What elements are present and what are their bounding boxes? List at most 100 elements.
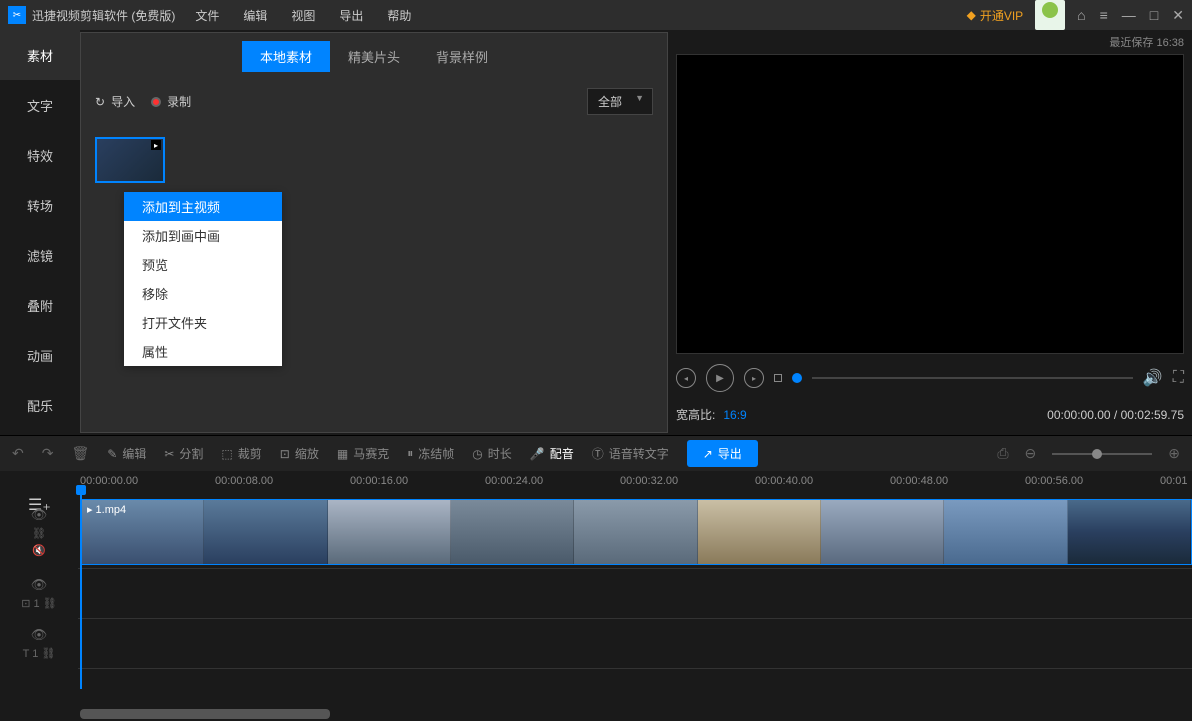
prev-frame-button[interactable]: ◂ [676, 368, 696, 388]
home-icon[interactable]: ⌂ [1077, 7, 1085, 24]
redo-icon[interactable]: ↷ [42, 445, 54, 462]
nav-material[interactable]: 素材 [0, 30, 80, 80]
preview-video[interactable] [676, 54, 1184, 354]
minimize-icon[interactable]: — [1122, 7, 1136, 24]
tb-split[interactable]: ✂分割 [164, 445, 203, 462]
app-icon: ✂ [8, 6, 26, 24]
tb-freeze[interactable]: ⏸冻结帧 [407, 445, 454, 462]
eye-icon[interactable]: 👁 [31, 627, 48, 643]
mute-icon[interactable]: 🔇 [32, 544, 46, 557]
nav-effect[interactable]: 特效 [0, 130, 80, 180]
tb-dub[interactable]: 🎤配音 [530, 445, 574, 462]
zoom-icon: ⊡ [280, 447, 290, 461]
tb-stt[interactable]: Ⓣ语音转文字 [592, 445, 669, 462]
tab-intro[interactable]: 精美片头 [330, 41, 418, 72]
tab-local[interactable]: 本地素材 [242, 41, 330, 72]
audio-track[interactable]: 👁 ⊡ 1 ⛓ [0, 569, 1192, 619]
title-bar: ✂ 迅捷视频剪辑软件 (免费版) 文件 编辑 视图 导出 帮助 ◆ 开通VIP … [0, 0, 1192, 30]
zoom-in-icon[interactable]: ⊕ [1168, 445, 1180, 462]
import-icon: ↻ [95, 95, 105, 109]
playhead[interactable] [80, 489, 82, 689]
eye-icon[interactable]: 👁 [31, 577, 48, 593]
ctx-open-folder[interactable]: 打开文件夹 [124, 308, 282, 337]
seek-handle[interactable] [792, 373, 802, 383]
left-nav: 素材 文字 特效 转场 滤镜 叠附 动画 配乐 [0, 30, 80, 435]
diamond-icon: ◆ [967, 8, 976, 22]
screenshot-icon[interactable]: ⎙ [997, 445, 1008, 462]
next-frame-button[interactable]: ▸ [744, 368, 764, 388]
lock-icon[interactable]: ⛓ [32, 527, 46, 540]
video-clip[interactable]: ▸1.mp4 [80, 499, 1192, 565]
mosaic-icon: ▦ [337, 447, 348, 461]
save-info: 最近保存 16:38 [676, 30, 1184, 54]
ctx-remove[interactable]: 移除 [124, 279, 282, 308]
clock-icon: ◷ [472, 447, 482, 461]
hamburger-icon[interactable]: ≡ [1100, 7, 1108, 24]
import-button[interactable]: ↻ 导入 [95, 93, 135, 110]
media-thumbnail[interactable] [95, 137, 165, 183]
tb-duration[interactable]: ◷时长 [472, 445, 512, 462]
menu-export[interactable]: 导出 [339, 7, 363, 24]
vip-button[interactable]: ◆ 开通VIP [967, 7, 1024, 24]
menu-edit[interactable]: 编辑 [243, 7, 267, 24]
menu-help[interactable]: 帮助 [387, 7, 411, 24]
nav-overlay[interactable]: 叠附 [0, 280, 80, 330]
filter-select[interactable]: 全部 [587, 88, 653, 115]
menu-view[interactable]: 视图 [291, 7, 315, 24]
track-label: ⊡ 1 ⛓ [21, 597, 56, 610]
nav-music[interactable]: 配乐 [0, 380, 80, 430]
timeline-ruler[interactable]: 00:00:00.00 00:00:08.00 00:00:16.00 00:0… [0, 471, 1192, 495]
tab-bg[interactable]: 背景样例 [418, 41, 506, 72]
zoom-slider[interactable] [1052, 453, 1152, 455]
record-button[interactable]: 录制 [151, 93, 191, 110]
nav-animation[interactable]: 动画 [0, 330, 80, 380]
stop-button[interactable] [774, 374, 782, 382]
nav-transition[interactable]: 转场 [0, 180, 80, 230]
pencil-icon: ✎ [107, 447, 117, 461]
nav-text[interactable]: 文字 [0, 80, 80, 130]
tb-edit[interactable]: ✎编辑 [107, 445, 146, 462]
record-icon [151, 97, 161, 107]
crop-icon: ⬚ [221, 447, 232, 461]
fullscreen-icon[interactable]: ⛶ [1173, 369, 1184, 387]
timeline-toolbar: ↶ ↷ 🗑 ✎编辑 ✂分割 ⬚裁剪 ⊡缩放 ▦马赛克 ⏸冻结帧 ◷时长 🎤配音 … [0, 435, 1192, 471]
ctx-preview[interactable]: 预览 [124, 250, 282, 279]
play-button[interactable]: ▶ [706, 364, 734, 392]
freeze-icon: ⏸ [407, 446, 413, 461]
video-icon: ▸ [87, 503, 93, 516]
export-icon: ↗ [703, 447, 713, 461]
tb-zoom[interactable]: ⊡缩放 [280, 445, 319, 462]
export-button[interactable]: ↗导出 [687, 440, 758, 467]
context-menu: 添加到主视频 添加到画中画 预览 移除 打开文件夹 属性 [124, 192, 282, 366]
volume-icon[interactable]: 🔊 [1143, 368, 1163, 388]
app-title: 迅捷视频剪辑软件 (免费版) [32, 7, 175, 24]
ratio-label: 宽高比: [676, 406, 715, 423]
close-icon[interactable]: ✕ [1172, 7, 1184, 24]
tb-mosaic[interactable]: ▦马赛克 [337, 445, 389, 462]
text-track[interactable]: 👁 T 1 ⛓ [0, 619, 1192, 669]
tb-crop[interactable]: ⬚裁剪 [221, 445, 261, 462]
main-menu: 文件 编辑 视图 导出 帮助 [195, 7, 411, 24]
time-display: 00:00:00.00 / 00:02:59.75 [1047, 408, 1184, 422]
eye-icon[interactable]: 👁 [31, 507, 48, 523]
ctx-props[interactable]: 属性 [124, 337, 282, 366]
ratio-value[interactable]: 16:9 [723, 408, 746, 422]
scissors-icon: ✂ [164, 447, 174, 461]
timeline: ☰₊ 00:00:00.00 00:00:08.00 00:00:16.00 0… [0, 471, 1192, 721]
ctx-add-main[interactable]: 添加到主视频 [124, 192, 282, 221]
undo-icon[interactable]: ↶ [12, 445, 24, 462]
horizontal-scrollbar[interactable] [80, 709, 330, 719]
video-track[interactable]: 👁 ⛓ 🔇 ▸1.mp4 [0, 495, 1192, 569]
track-label: T 1 ⛓ [23, 647, 56, 660]
seek-bar[interactable] [812, 377, 1133, 379]
menu-file[interactable]: 文件 [195, 7, 219, 24]
preview-panel: 最近保存 16:38 ◂ ▶ ▸ 🔊 ⛶ 宽高比: 16:9 00:00:00.… [668, 30, 1192, 435]
mic-icon: 🎤 [530, 447, 545, 461]
ctx-add-pip[interactable]: 添加到画中画 [124, 221, 282, 250]
avatar[interactable] [1035, 0, 1065, 30]
nav-filter[interactable]: 滤镜 [0, 230, 80, 280]
maximize-icon[interactable]: □ [1150, 7, 1158, 24]
delete-icon[interactable]: 🗑 [71, 445, 89, 462]
text-icon: Ⓣ [592, 445, 604, 462]
zoom-out-icon[interactable]: ⊖ [1025, 445, 1037, 462]
